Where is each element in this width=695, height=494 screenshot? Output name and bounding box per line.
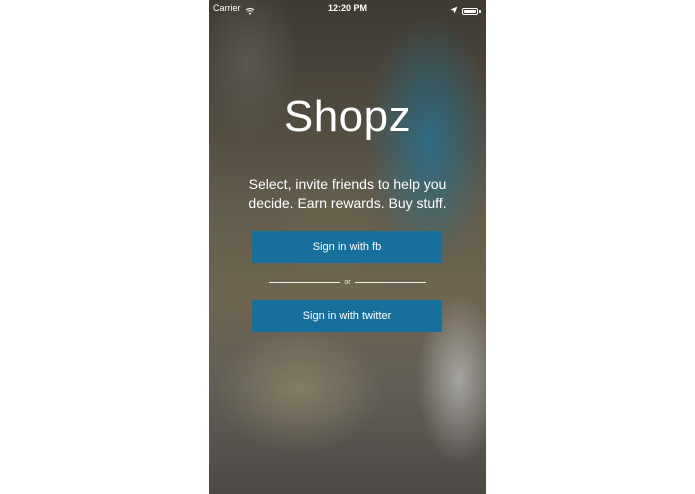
divider-line-right bbox=[354, 281, 427, 283]
or-label: or bbox=[344, 278, 351, 286]
sign-in-twitter-button[interactable]: Sign in with twitter bbox=[252, 300, 442, 332]
login-content: Shopz Select, invite friends to help you… bbox=[209, 0, 486, 494]
app-title: Shopz bbox=[283, 92, 412, 141]
or-divider: or bbox=[269, 276, 427, 288]
divider-line-left bbox=[269, 281, 341, 283]
phone-screen: Carrier 12:20 PM Shopz Select, invite fr… bbox=[209, 0, 486, 494]
sign-in-facebook-button[interactable]: Sign in with fb bbox=[252, 231, 442, 263]
app-tagline: Select, invite friends to help you decid… bbox=[248, 176, 447, 211]
